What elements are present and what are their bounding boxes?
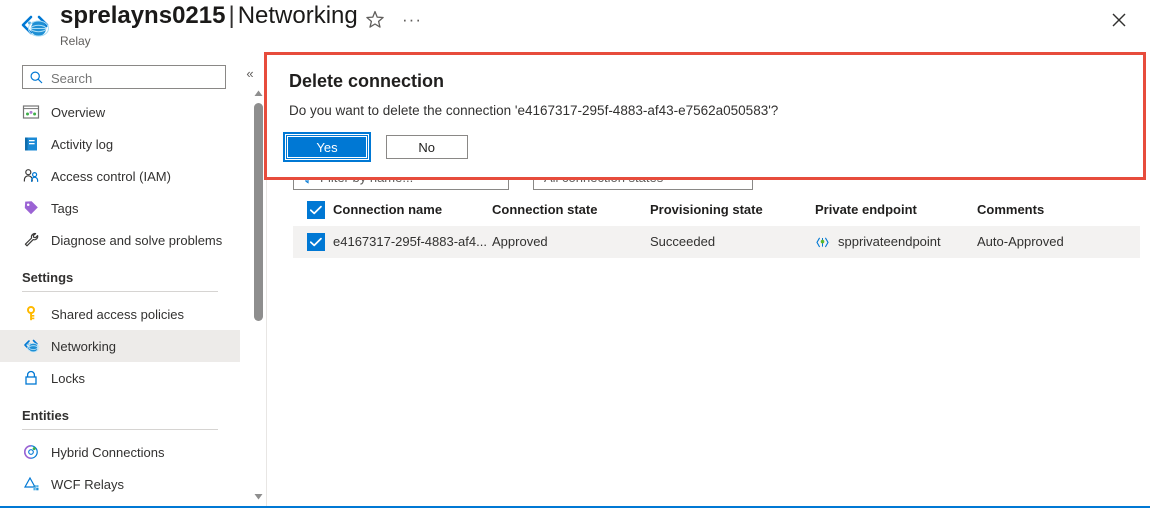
private-endpoint-icon [815,235,830,250]
star-icon[interactable] [363,8,387,32]
row-checkbox[interactable] [307,233,325,251]
sidebar: Overview Activity log [0,56,240,508]
table-header-row: Connection name Connection state Provisi… [293,196,1140,226]
dialog-title: Delete connection [289,71,445,91]
relay-icon [18,10,52,42]
overview-icon [22,103,40,121]
sidebar-item-tags[interactable]: Tags [0,192,240,224]
title-separator: | [228,2,235,29]
yes-button[interactable]: Yes [283,132,371,162]
sidebar-item-label: Overview [51,104,106,120]
sidebar-item-networking[interactable]: Networking [0,330,240,362]
delete-connection-dialog: Delete connection Do you want to delete … [267,55,1143,177]
access-control-icon [22,167,40,185]
chevron-double-left-icon[interactable]: « [242,66,258,82]
networking-icon [22,337,40,355]
sidebar-item-wcf-relays[interactable]: WCF Relays [0,468,240,500]
no-button[interactable]: No [385,135,468,159]
dialog-buttons: Yes No [283,132,468,162]
key-icon [22,305,40,323]
ellipsis-icon[interactable]: ··· [400,8,424,32]
hybrid-connections-icon [22,443,40,461]
wcf-relays-icon [22,475,40,493]
column-header[interactable]: Provisioning state [650,202,763,217]
cell-provisioning-state: Succeeded [650,234,716,249]
cell-private-endpoint-link[interactable]: spprivateendpoint [838,234,941,249]
diagnose-icon [22,231,40,249]
table-row[interactable]: e4167317-295f-4883-af4... Approved Succe… [293,226,1140,258]
search-icon [29,70,44,85]
dialog-message: Do you want to delete the connection 'e4… [289,103,779,118]
resource-type-subtitle: Relay [60,34,91,48]
sidebar-item-label: Shared access policies [51,306,184,322]
sidebar-item-overview[interactable]: Overview [0,96,240,128]
page-title: sprelayns0215 | Networking [60,2,358,30]
delete-connection-dialog-annotation: Delete connection Do you want to delete … [264,52,1146,180]
column-header[interactable]: Private endpoint [815,202,917,217]
column-header[interactable]: Connection name [333,202,442,217]
sidebar-item-shared-access-policies[interactable]: Shared access policies [0,298,240,330]
page-name: Networking [237,2,358,29]
cell-connection-state: Approved [492,234,548,249]
sidebar-group-title: Settings [22,270,74,285]
scrollbar-thumb[interactable] [254,103,263,321]
connections-table: Connection name Connection state Provisi… [293,196,1140,258]
networking-blade: sprelayns0215 | Networking Relay ··· Sea… [0,0,1150,508]
sidebar-nav-list: Overview Activity log Access control (IA… [0,96,240,500]
close-icon[interactable] [1105,6,1133,34]
cell-comments: Auto-Approved [977,234,1064,249]
group-divider [22,291,218,292]
sidebar-item-label: Hybrid Connections [51,444,165,460]
cell-connection-name: e4167317-295f-4883-af4... [333,234,487,249]
column-header[interactable]: Connection state [492,202,597,217]
sidebar-group-title: Entities [22,408,69,423]
sidebar-item-locks[interactable]: Locks [0,362,240,394]
select-all-checkbox[interactable] [307,201,325,219]
sidebar-item-label: Access control (IAM) [51,168,171,184]
column-header[interactable]: Comments [977,202,1044,217]
group-divider [22,429,218,430]
tags-icon [22,199,40,217]
search-input[interactable] [49,66,225,90]
search-box[interactable] [22,65,226,90]
sidebar-item-label: Diagnose and solve problems [51,232,223,248]
sidebar-group-entities: Entities [0,408,240,430]
sidebar-item-label: Activity log [51,136,114,152]
blade-header: sprelayns0215 | Networking Relay ··· [0,0,1150,52]
scroll-down-arrow-icon[interactable] [251,489,266,504]
sidebar-item-access-control[interactable]: Access control (IAM) [0,160,240,192]
sidebar-item-hybrid-connections[interactable]: Hybrid Connections [0,436,240,468]
sidebar-item-label: Networking [51,338,117,354]
sidebar-item-label: WCF Relays [51,476,124,492]
lock-icon [22,369,40,387]
sidebar-group-settings: Settings [0,270,240,292]
sidebar-item-label: Locks [51,370,85,386]
sidebar-item-activity-log[interactable]: Activity log [0,128,240,160]
sidebar-item-label: Tags [51,200,79,216]
activity-log-icon [22,135,40,153]
sidebar-item-diagnose[interactable]: Diagnose and solve problems [0,224,240,256]
resource-name: sprelayns0215 [60,2,226,29]
